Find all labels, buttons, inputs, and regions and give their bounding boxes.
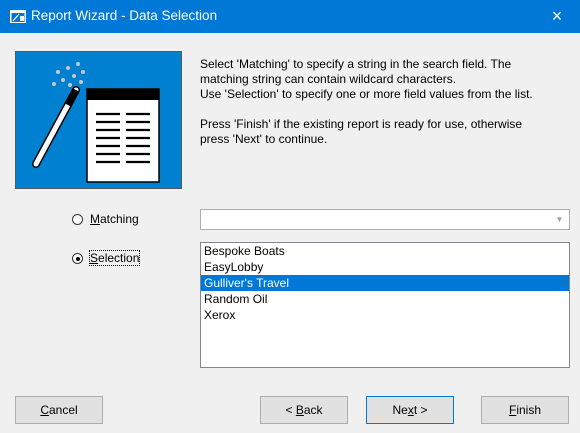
list-item-selected[interactable]: Gulliver's Travel [201, 275, 569, 291]
list-item[interactable]: Xerox [201, 307, 569, 323]
finish-button[interactable]: Finish [481, 396, 569, 424]
matching-radio-label[interactable]: Matching [90, 212, 139, 226]
title-bar: Report Wizard - Data Selection × [0, 0, 580, 33]
instruction-line: matching string can contain wildcard cha… [200, 72, 457, 86]
window-title: Report Wizard - Data Selection [31, 8, 218, 23]
instructions-text: Select 'Matching' to specify a string in… [200, 57, 575, 147]
report-wizard-dialog: Report Wizard - Data Selection × Select … [0, 0, 580, 433]
back-button[interactable]: < Back [260, 396, 348, 424]
chevron-down-icon[interactable]: ▼ [551, 211, 568, 228]
selection-radio-button[interactable] [72, 253, 83, 264]
selection-list[interactable]: Bespoke Boats EasyLobby Gulliver's Trave… [200, 242, 570, 368]
matching-radio-button[interactable] [72, 214, 83, 225]
wizard-art-graphic [32, 62, 160, 183]
matching-combo-box[interactable]: ▼ [200, 209, 570, 230]
list-item[interactable]: Bespoke Boats [201, 243, 569, 259]
selection-radio-label[interactable]: Selection [88, 250, 141, 266]
instruction-line: Press 'Finish' if the existing report is… [200, 117, 523, 131]
list-item[interactable]: Random Oil [201, 291, 569, 307]
next-button[interactable]: Next > [366, 396, 454, 424]
instruction-line: Use 'Selection' to specify one or more f… [200, 87, 533, 101]
cancel-button[interactable]: Cancel [15, 396, 103, 424]
wizard-app-icon [10, 10, 26, 23]
list-item[interactable]: EasyLobby [201, 259, 569, 275]
instruction-line: Select 'Matching' to specify a string in… [200, 57, 512, 71]
wizard-wand-report-icon [15, 51, 182, 189]
close-icon[interactable]: × [534, 0, 580, 33]
instruction-line: press 'Next' to continue. [200, 132, 328, 146]
